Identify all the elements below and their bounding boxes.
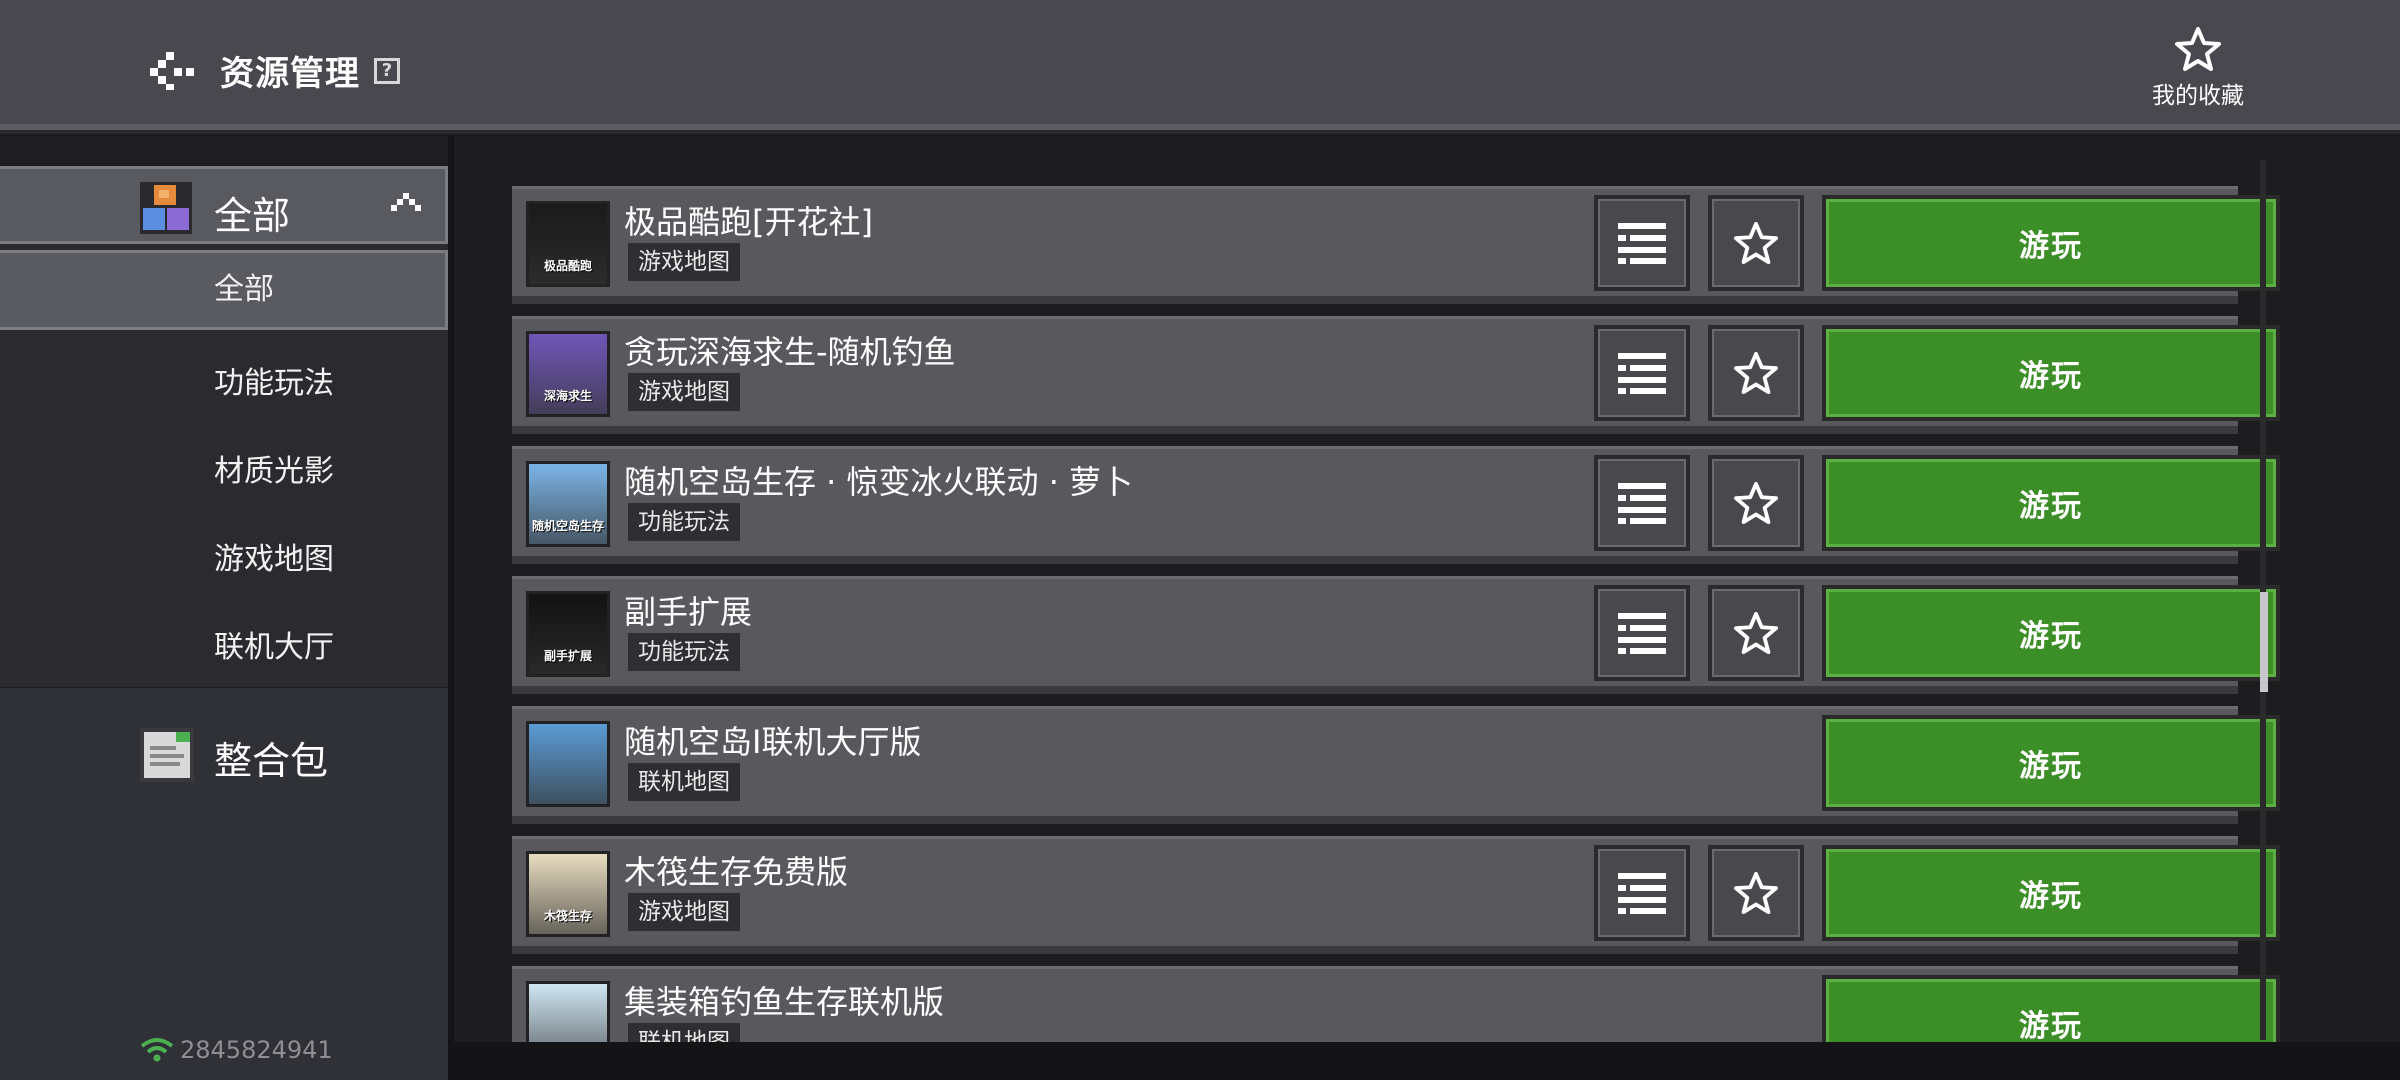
thumbnail-caption: 木筏生存 — [543, 909, 592, 923]
list-icon — [1618, 613, 1666, 654]
star-icon — [1734, 611, 1778, 655]
play-button[interactable]: 游玩 — [1822, 845, 2280, 941]
resource-thumbnail: 副手扩展 — [526, 591, 610, 677]
resource-card[interactable]: 木筏生存 木筏生存免费版 游戏地图 游玩 — [512, 836, 2280, 954]
resource-tag: 游戏地图 — [628, 893, 740, 931]
thumbnail-caption: 深海求生 — [543, 389, 592, 403]
favorite-button[interactable] — [1708, 195, 1804, 291]
sub-item-all[interactable]: 全部 — [0, 250, 448, 330]
resource-thumbnail: 随机空岛生存 — [526, 461, 610, 547]
sidebar: 全部 全部 功能玩法 材质光影 游戏地图 联机大厅 整合包 2845824941 — [0, 136, 448, 1080]
favorite-button[interactable] — [1708, 585, 1804, 681]
wifi-icon — [140, 1038, 174, 1062]
favorite-button[interactable] — [1708, 325, 1804, 421]
details-list-button[interactable] — [1594, 585, 1690, 681]
list-icon — [1618, 223, 1666, 264]
resource-tag: 功能玩法 — [628, 633, 740, 671]
play-button[interactable]: 游玩 — [1822, 975, 2280, 1042]
bottom-strip — [454, 1042, 2400, 1080]
sub-item-lobby[interactable]: 联机大厅 — [0, 608, 448, 688]
resource-card[interactable]: 集装箱钓鱼生存联机版联机地图 游玩 — [512, 966, 2280, 1042]
chevron-up-icon — [391, 193, 421, 211]
resource-tag: 联机地图 — [628, 763, 740, 801]
resource-title: 木筏生存免费版 — [624, 853, 849, 891]
thumbnail-caption: 极品酷跑 — [543, 259, 592, 273]
resource-thumbnail: 极品酷跑 — [526, 201, 610, 287]
resource-thumbnail — [526, 981, 610, 1042]
resource-list[interactable]: 极品酷跑 极品酷跑[开花社] 游戏地图 游玩 深海求生 贪玩深海求生-随机钓鱼 游戏地图 游玩… — [454, 136, 2400, 1042]
back-button[interactable] — [148, 50, 196, 90]
list-icon — [1618, 873, 1666, 914]
resource-thumbnail: 木筏生存 — [526, 851, 610, 937]
details-list-button[interactable] — [1594, 845, 1690, 941]
sub-item-texture[interactable]: 材质光影 — [0, 432, 448, 512]
list-icon — [1618, 353, 1666, 394]
sub-item-map[interactable]: 游戏地图 — [0, 520, 448, 600]
resource-tag: 联机地图 — [628, 1023, 740, 1042]
play-button[interactable]: 游玩 — [1822, 715, 2280, 811]
thumbnail-caption: 随机空岛生存 — [531, 519, 604, 533]
resource-title: 极品酷跑[开花社] — [624, 203, 873, 241]
resource-title: 副手扩展 — [624, 593, 753, 631]
favorite-button[interactable] — [1708, 845, 1804, 941]
details-list-button[interactable] — [1594, 455, 1690, 551]
top-bar: 资源管理 ? 我的收藏 — [0, 0, 2400, 130]
play-button[interactable]: 游玩 — [1822, 585, 2280, 681]
back-arrow-icon — [150, 52, 194, 90]
network-id: 2845824941 — [180, 1036, 333, 1064]
resource-card[interactable]: 深海求生 贪玩深海求生-随机钓鱼 游戏地图 游玩 — [512, 316, 2280, 434]
play-button[interactable]: 游玩 — [1822, 455, 2280, 551]
help-icon[interactable]: ? — [374, 58, 400, 84]
category-all-header[interactable]: 全部 — [0, 166, 448, 244]
thumbnail-caption: 副手扩展 — [543, 649, 592, 663]
resource-tag: 游戏地图 — [628, 243, 740, 281]
sidebar-item-pack[interactable]: 整合包 — [0, 688, 448, 1080]
details-list-button[interactable] — [1594, 195, 1690, 291]
resource-tag: 功能玩法 — [628, 503, 740, 541]
star-icon — [1734, 481, 1778, 525]
resource-title: 集装箱钓鱼生存联机版 — [624, 983, 945, 1021]
resource-thumbnail: 深海求生 — [526, 331, 610, 417]
resource-title: 贪玩深海求生-随机钓鱼 — [624, 333, 956, 371]
resource-card[interactable]: 极品酷跑 极品酷跑[开花社] 游戏地图 游玩 — [512, 186, 2280, 304]
page-title: 资源管理 — [220, 54, 360, 94]
resource-title: 随机空岛I联机大厅版 — [624, 723, 922, 761]
scrollbar-thumb[interactable] — [2260, 592, 2268, 692]
details-list-button[interactable] — [1594, 325, 1690, 421]
category-label: 全部 — [214, 194, 291, 238]
resource-panel: 极品酷跑 极品酷跑[开花社] 游戏地图 游玩 深海求生 贪玩深海求生-随机钓鱼 游戏地图 游玩… — [454, 136, 2400, 1080]
star-icon — [1734, 871, 1778, 915]
network-status: 2845824941 — [140, 1036, 333, 1064]
resource-card[interactable]: 随机空岛I联机大厅版 联机地图 游玩 — [512, 706, 2280, 824]
star-icon — [1734, 221, 1778, 265]
my-favorites-button[interactable]: 我的收藏 — [2138, 26, 2258, 116]
blocks-icon — [140, 182, 192, 234]
favorites-label: 我的收藏 — [2152, 83, 2244, 109]
play-button[interactable]: 游玩 — [1822, 325, 2280, 421]
sub-category-list: 全部 功能玩法 材质光影 游戏地图 联机大厅 — [0, 244, 448, 687]
resource-tag: 游戏地图 — [628, 373, 740, 411]
list-icon — [1618, 483, 1666, 524]
pack-label: 整合包 — [214, 739, 329, 783]
star-icon — [1734, 351, 1778, 395]
pack-icon — [140, 728, 194, 782]
resource-card[interactable]: 副手扩展 副手扩展 功能玩法 游玩 — [512, 576, 2280, 694]
favorite-button[interactable] — [1708, 455, 1804, 551]
star-icon — [2175, 27, 2221, 71]
resource-thumbnail — [526, 721, 610, 807]
resource-title: 随机空岛生存 · 惊变冰火联动 · 萝卜 — [624, 463, 1134, 501]
play-button[interactable]: 游玩 — [1822, 195, 2280, 291]
sub-item-function[interactable]: 功能玩法 — [0, 344, 448, 424]
resource-card[interactable]: 随机空岛生存 随机空岛生存 · 惊变冰火联动 · 萝卜 功能玩法 游玩 — [512, 446, 2280, 564]
